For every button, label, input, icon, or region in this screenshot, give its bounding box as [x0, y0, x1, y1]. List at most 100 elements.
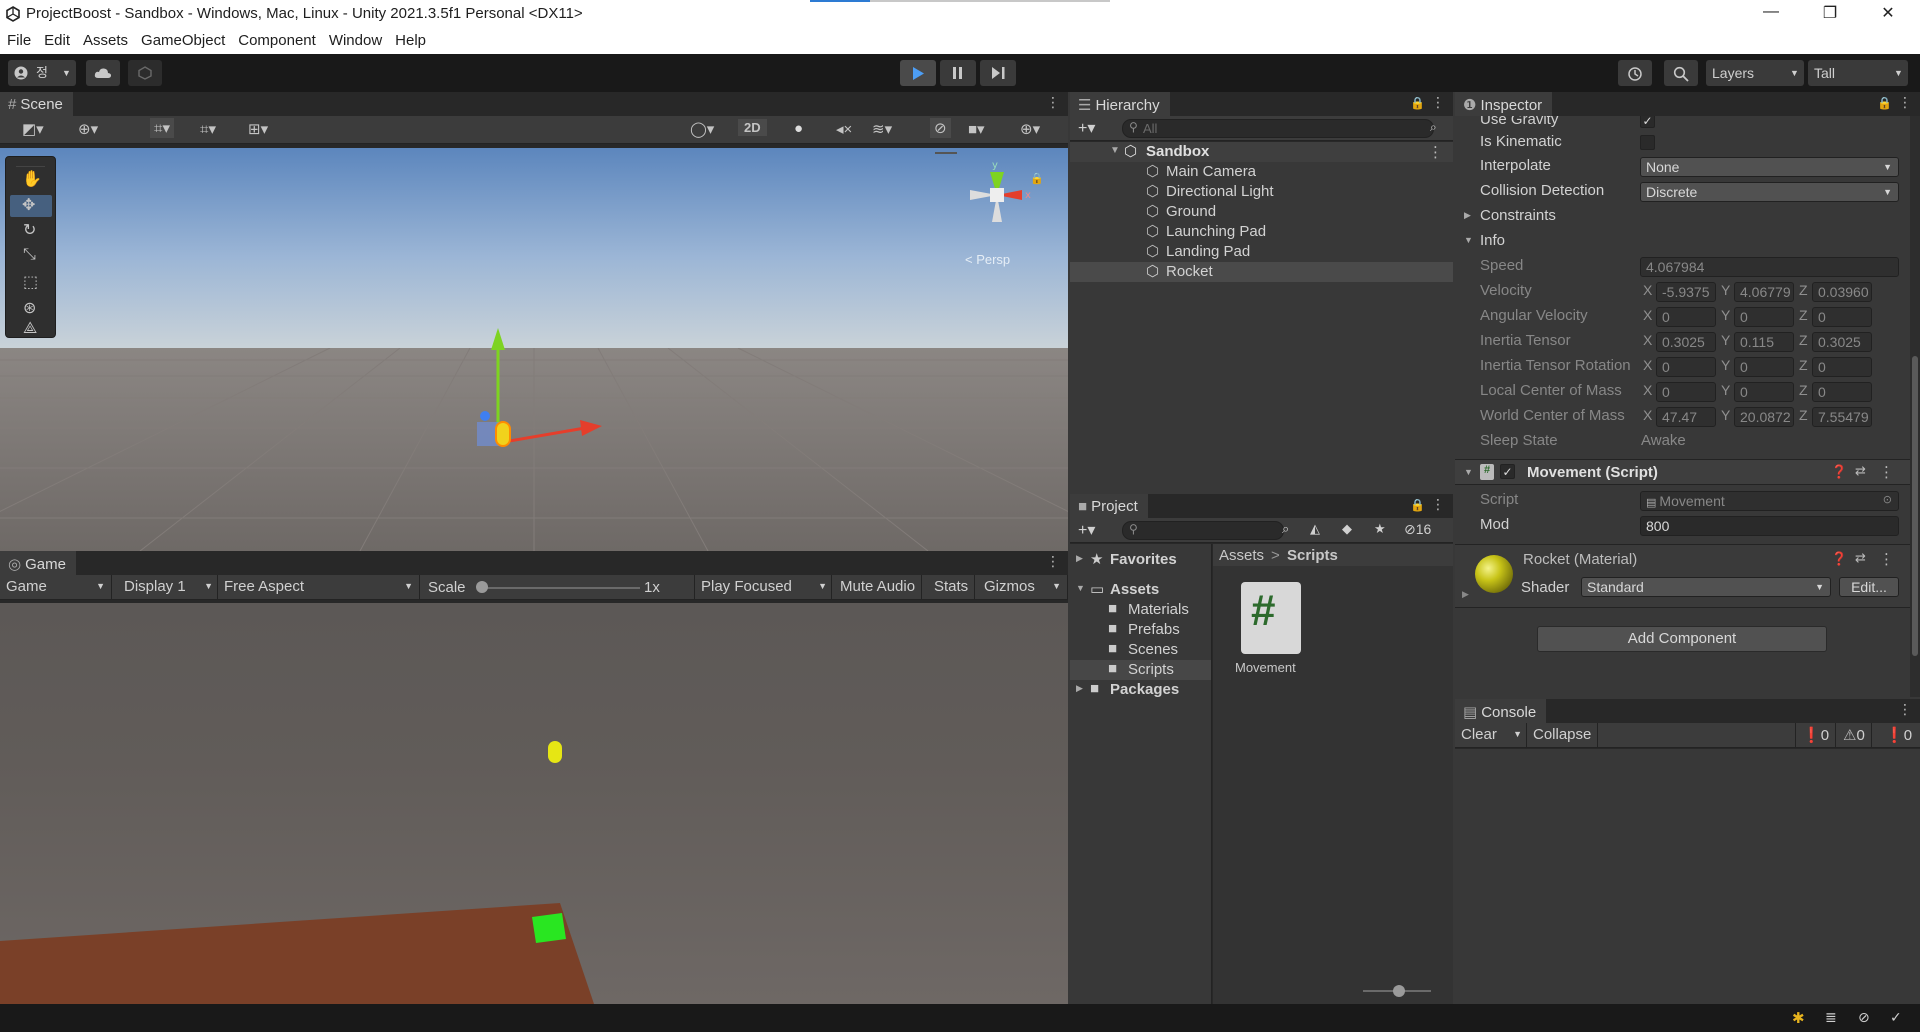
stats-toggle[interactable]: Stats: [928, 575, 976, 600]
account-dropdown[interactable]: 정 ▼: [8, 60, 76, 86]
mute-audio-toggle[interactable]: Mute Audio: [834, 575, 923, 600]
error-filter-toggle[interactable]: ❗0: [1879, 723, 1918, 748]
object-picker-icon[interactable]: ⊙: [1883, 493, 1892, 506]
list-item[interactable]: ⬡ Landing Pad: [1070, 242, 1453, 262]
bug-icon[interactable]: ✱: [1792, 1009, 1805, 1027]
global-icon[interactable]: ⊕▾: [78, 120, 98, 138]
scrollbar-thumb[interactable]: [1912, 356, 1918, 656]
hierarchy-options-icon[interactable]: ⋮: [1431, 94, 1445, 111]
use-gravity-checkbox[interactable]: ✓: [1640, 116, 1655, 128]
gizmos-dropdown[interactable]: Gizmos ▼: [978, 575, 1068, 600]
camera-icon[interactable]: ■▾: [968, 120, 985, 138]
play-focused-dropdown[interactable]: Play Focused ▼: [694, 575, 832, 600]
script-field[interactable]: ▤ Movement ⊙: [1640, 491, 1899, 511]
project-options-icon[interactable]: ⋮: [1431, 496, 1445, 513]
expand-arrow-icon[interactable]: ▼: [1076, 583, 1085, 593]
rect-tool-icon[interactable]: ⬚: [23, 272, 38, 292]
shader-dropdown[interactable]: Standard ▼: [1581, 577, 1831, 597]
scene-options-icon[interactable]: ⋮: [1046, 94, 1060, 111]
orientation-gizmo[interactable]: y x: [952, 152, 1042, 252]
movement-component-header[interactable]: ▼ # ✓ Movement (Script) ❓ ⇄ ⋮: [1455, 459, 1910, 485]
inspector-scrollbar[interactable]: [1910, 116, 1920, 697]
draw-mode-icon[interactable]: ◩▾: [22, 120, 44, 138]
lock-icon[interactable]: 🔒: [1410, 498, 1425, 512]
hand-tool-icon[interactable]: ✋: [22, 169, 42, 189]
lock-icon[interactable]: 🔒: [1030, 172, 1044, 185]
move-gizmo[interactable]: [460, 318, 610, 458]
help-icon[interactable]: ❓: [1831, 551, 1847, 567]
add-component-button[interactable]: Add Component: [1537, 626, 1827, 652]
project-search-input[interactable]: ⚲: [1122, 521, 1284, 540]
tab-console[interactable]: ▤ Console: [1455, 699, 1547, 723]
expand-arrow-icon[interactable]: ▶: [1462, 589, 1469, 600]
icon-size-thumb[interactable]: [1393, 985, 1405, 997]
help-icon[interactable]: ❓: [1831, 464, 1847, 480]
list-item[interactable]: ⬡ Launching Pad: [1070, 222, 1453, 242]
edit-shader-button[interactable]: Edit...: [1839, 577, 1899, 597]
aspect-dropdown[interactable]: Free Aspect ▼: [218, 575, 420, 600]
tab-hierarchy[interactable]: ☰ Hierarchy: [1070, 92, 1170, 116]
minimize-button[interactable]: —: [1751, 3, 1791, 27]
menu-help[interactable]: Help: [388, 29, 432, 49]
mod-input[interactable]: 800: [1640, 516, 1899, 536]
menu-gameobject[interactable]: GameObject: [134, 29, 231, 49]
folder-item[interactable]: ■ Materials: [1070, 600, 1211, 620]
list-item[interactable]: ⬡ Main Camera: [1070, 162, 1453, 182]
search-by-type-icon[interactable]: ⌕: [1282, 521, 1289, 537]
progress-check-icon[interactable]: ✓: [1890, 1009, 1902, 1026]
hierarchy-search-input[interactable]: ⚲ All: [1122, 119, 1434, 138]
expand-arrow-icon[interactable]: ▶: [1076, 553, 1083, 564]
hidden-packages-toggle[interactable]: ⊘16: [1404, 521, 1431, 538]
lock-icon[interactable]: 🔒: [1410, 96, 1425, 110]
audio-icon[interactable]: ◂×: [836, 120, 852, 138]
collision-dropdown[interactable]: Discrete ▼: [1640, 182, 1899, 202]
folder-item[interactable]: ■ Scenes: [1070, 640, 1211, 660]
lighting-icon[interactable]: ●: [794, 120, 803, 137]
create-button[interactable]: +▾: [1078, 118, 1095, 138]
filter-label-icon[interactable]: ◆: [1342, 521, 1352, 537]
filter-type-icon[interactable]: ◭: [1310, 521, 1320, 537]
expand-arrow-icon[interactable]: ▼: [1464, 467, 1473, 477]
expand-arrow-icon[interactable]: ▶: [1464, 210, 1471, 221]
packages-row[interactable]: ▶ ■ Packages: [1070, 680, 1211, 700]
is-kinematic-checkbox[interactable]: [1640, 135, 1655, 150]
toggle-2d-button[interactable]: 2D: [738, 119, 767, 136]
layers-status-icon[interactable]: ≣: [1825, 1009, 1837, 1026]
custom-tool-icon[interactable]: ⟁: [23, 320, 37, 338]
favorites-row[interactable]: ▶ ★ Favorites: [1070, 550, 1211, 570]
preset-icon[interactable]: ⇄: [1855, 463, 1866, 479]
game-viewport[interactable]: [0, 603, 1068, 1004]
list-item[interactable]: ⬡ Directional Light: [1070, 182, 1453, 202]
gizmos-icon[interactable]: ⊕▾: [1020, 120, 1040, 138]
clear-dropdown[interactable]: Clear ▼: [1455, 723, 1527, 748]
collapse-toggle[interactable]: Collapse: [1527, 723, 1599, 748]
effects-icon[interactable]: ≋▾: [872, 120, 892, 138]
render-mode-icon[interactable]: ◯▾: [690, 120, 714, 138]
expand-arrow-icon[interactable]: ▼: [1110, 145, 1120, 156]
layout-dropdown[interactable]: Tall ▼: [1808, 60, 1908, 86]
scale-tool-icon[interactable]: ⤡: [23, 246, 36, 264]
scene-search-icon[interactable]: ⌕: [1430, 120, 1437, 135]
pause-button[interactable]: [940, 60, 976, 86]
console-options-icon[interactable]: ⋮: [1898, 701, 1912, 718]
list-item[interactable]: ⬡ Ground: [1070, 202, 1453, 222]
menu-file[interactable]: File: [0, 29, 37, 49]
scale-slider-track[interactable]: [480, 587, 640, 589]
grid-snap-icon[interactable]: ⌗▾: [200, 120, 216, 138]
layers-dropdown[interactable]: Layers ▼: [1706, 60, 1804, 86]
history-button[interactable]: [1618, 60, 1652, 86]
material-options-icon[interactable]: ⋮: [1879, 550, 1894, 568]
collab-button[interactable]: [128, 60, 162, 86]
play-button[interactable]: [900, 60, 936, 86]
lock-icon[interactable]: 🔒: [1877, 96, 1892, 110]
expand-arrow-icon[interactable]: ▶: [1076, 683, 1083, 694]
visibility-icon[interactable]: ⊘: [930, 118, 951, 138]
search-button[interactable]: [1664, 60, 1698, 86]
inspector-options-icon[interactable]: ⋮: [1898, 94, 1912, 111]
menu-edit[interactable]: Edit: [37, 29, 76, 49]
overlay-handle[interactable]: [935, 152, 957, 154]
snap-icon[interactable]: ⌗▾: [150, 118, 174, 138]
favorite-star-icon[interactable]: ★: [1374, 521, 1386, 537]
tab-game[interactable]: ◎ Game: [0, 551, 76, 575]
warning-filter-toggle[interactable]: ⚠0: [1837, 723, 1872, 748]
